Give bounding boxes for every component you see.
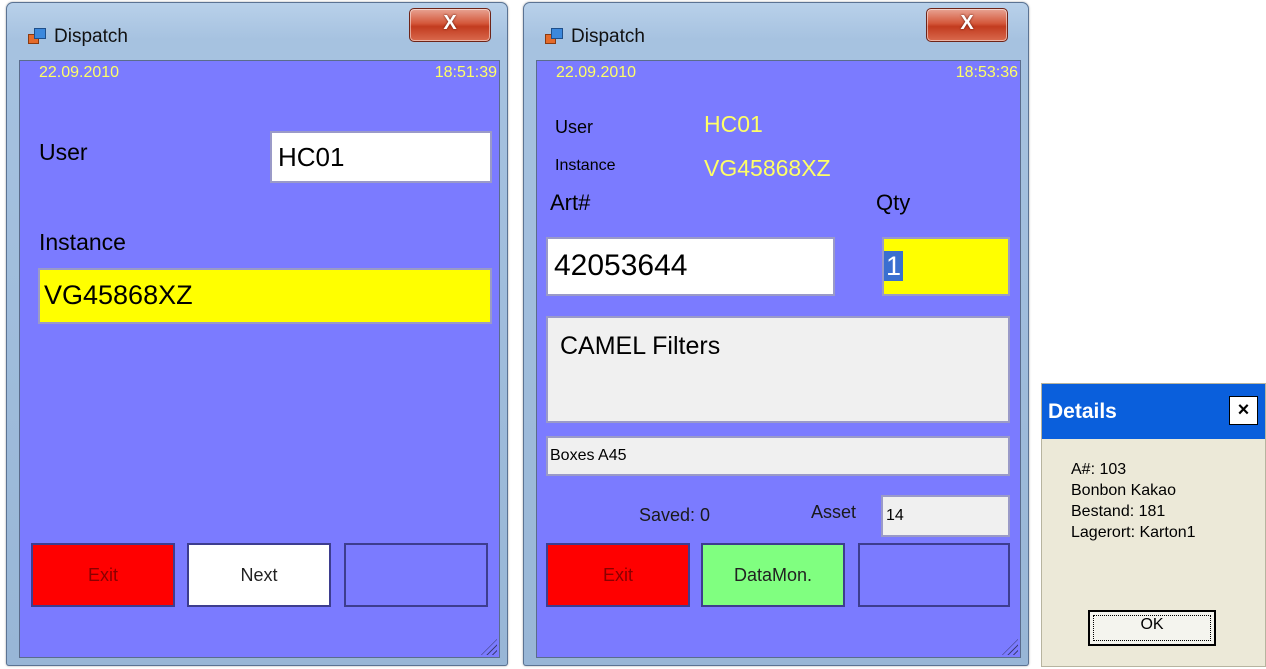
exit-button[interactable]: Exit xyxy=(31,543,175,607)
quantity-input[interactable]: 1 xyxy=(882,237,1010,296)
client-area: 22.09.2010 18:51:39 User HC01 Instance V… xyxy=(19,60,500,658)
dialog-title: Details xyxy=(1048,400,1117,423)
instance-value: VG45868XZ xyxy=(704,155,831,181)
date-label: 22.09.2010 xyxy=(556,64,637,81)
close-button[interactable]: X xyxy=(409,8,491,42)
detail-line-location: Lagerort: Karton1 xyxy=(1071,524,1196,541)
location-field: Boxes A45 xyxy=(546,436,1010,476)
title-bar[interactable]: Dispatch X xyxy=(6,2,508,60)
asset-input[interactable]: 14 xyxy=(881,495,1010,537)
window-title: Dispatch xyxy=(571,26,645,47)
art-label: Art# xyxy=(550,190,591,215)
qty-label: Qty xyxy=(876,190,911,215)
detail-line-article: A#: 103 xyxy=(1071,461,1127,478)
details-dialog: Details × A#: 103 Bonbon Kakao Bestand: … xyxy=(1041,383,1266,667)
user-label: User xyxy=(39,139,88,165)
client-area: 22.09.2010 18:53:36 User HC01 Instance V… xyxy=(536,60,1021,658)
resize-grip-icon[interactable] xyxy=(1002,639,1018,655)
time-label: 18:51:39 xyxy=(434,64,497,81)
blank-button[interactable] xyxy=(344,543,488,607)
title-bar[interactable]: Dispatch X xyxy=(523,2,1029,60)
time-label: 18:53:36 xyxy=(955,64,1018,81)
user-input[interactable]: HC01 xyxy=(270,131,492,183)
close-icon: X xyxy=(960,12,974,34)
detail-line-stock: Bestand: 181 xyxy=(1071,503,1166,520)
app-icon xyxy=(545,28,563,44)
blank-button[interactable] xyxy=(858,543,1010,607)
app-icon xyxy=(28,28,46,44)
article-description: CAMEL Filters xyxy=(546,316,1010,423)
dispatch-window-2: Dispatch X 22.09.2010 18:53:36 User HC01… xyxy=(523,2,1029,666)
datamon-button[interactable]: DataMon. xyxy=(701,543,845,607)
user-label: User xyxy=(555,117,594,137)
dialog-title-bar[interactable]: Details × xyxy=(1042,384,1265,439)
instance-label: Instance xyxy=(555,157,616,174)
article-number-input[interactable]: 42053644 xyxy=(546,237,835,296)
date-label: 22.09.2010 xyxy=(39,64,120,81)
window-title: Dispatch xyxy=(54,26,128,47)
instance-label: Instance xyxy=(39,229,126,255)
close-icon[interactable]: × xyxy=(1229,396,1258,425)
quantity-value: 1 xyxy=(884,251,904,281)
user-value: HC01 xyxy=(704,111,763,137)
exit-button[interactable]: Exit xyxy=(546,543,690,607)
dispatch-window-1: Dispatch X 22.09.2010 18:51:39 User HC01… xyxy=(6,2,508,666)
instance-input[interactable]: VG45868XZ xyxy=(38,268,492,324)
ok-button[interactable]: OK xyxy=(1088,610,1216,646)
saved-count: Saved: 0 xyxy=(639,505,711,525)
resize-grip-icon[interactable] xyxy=(481,639,497,655)
next-button[interactable]: Next xyxy=(187,543,331,607)
detail-line-name: Bonbon Kakao xyxy=(1071,482,1176,499)
close-button[interactable]: X xyxy=(926,8,1008,42)
close-icon: X xyxy=(443,12,457,34)
asset-label: Asset xyxy=(811,502,857,522)
